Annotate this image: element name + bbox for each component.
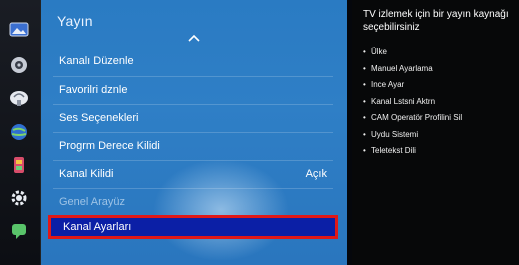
help-list-item: • Manuel Ayarlama: [363, 63, 433, 73]
broadcast-menu-panel: Yayın Kanalı Düzenle Favorilri dznle Ses…: [41, 0, 347, 265]
help-list: • Ülke • Manuel Ayarlama • Ince Ayar • Kanal…: [363, 44, 462, 160]
menu-item-label: Kanal Kilidi: [59, 168, 114, 180]
network-icon[interactable]: [8, 122, 30, 142]
help-list-item: • Kanal Lstsni Aktrn: [363, 96, 436, 106]
menu-item-ses-secenekleri[interactable]: Ses Seçenekleri: [47, 105, 339, 131]
help-list-item: • Teletekst Dili: [363, 146, 416, 155]
menu-title: Yayın: [57, 13, 93, 29]
help-title: TV izlemek için bir yayın kaynağı seçebi…: [363, 9, 509, 33]
broadcast-icon[interactable]: [8, 88, 30, 108]
help-panel: TV izlemek için bir yayın kaynağı seçebi…: [352, 0, 519, 265]
menu-item-label: Progrm Derece Kilidi: [59, 140, 160, 152]
picture-icon[interactable]: [8, 20, 30, 40]
help-list-item: • Ince Ayar: [363, 80, 405, 89]
menu-item-label: Favorilri dznle: [59, 84, 128, 96]
menu-item-label: Ses Seçenekleri: [59, 112, 139, 124]
help-list-item: • Ülke: [363, 47, 388, 56]
help-list-item: • Uydu Sistemi: [363, 129, 419, 139]
menu-item-label: Kanalı Düzenle: [59, 55, 134, 67]
sound-icon[interactable]: [8, 55, 30, 75]
menu-item-kanal-kilidi[interactable]: Kanal Kilidi Açık: [47, 161, 339, 187]
settings-gear-icon[interactable]: [8, 188, 30, 208]
menu-item-kanali-duzenle[interactable]: Kanalı Düzenle: [47, 48, 339, 74]
system-icon[interactable]: [8, 155, 30, 175]
support-icon[interactable]: [8, 221, 30, 241]
menu-item-favoriler[interactable]: Favorilri dznle: [47, 77, 339, 103]
menu-item-label: Genel Arayüz: [59, 196, 126, 208]
menu-item-genel-arayuz: Genel Arayüz: [47, 189, 339, 215]
menu-item-kanal-ayarlari[interactable]: Kanal Ayarları: [48, 215, 338, 239]
scroll-up-icon[interactable]: [187, 33, 201, 43]
category-rail: [0, 0, 41, 265]
menu-item-label: Kanal Ayarları: [63, 221, 132, 233]
kanal-kilidi-value: Açık: [305, 168, 327, 180]
help-list-item: • CAM Operatör Profilini Sil: [363, 113, 463, 122]
menu-item-program-derece-kilidi[interactable]: Progrm Derece Kilidi: [47, 133, 339, 159]
